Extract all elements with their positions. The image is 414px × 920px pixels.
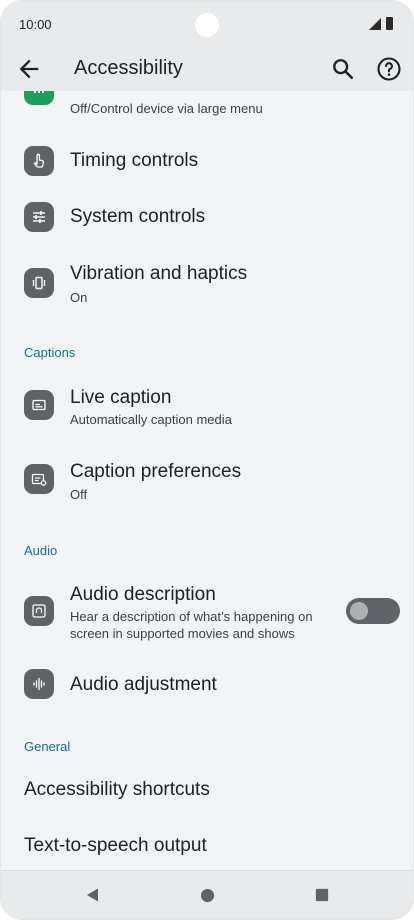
audio-adjustment-title: Audio adjustment <box>70 674 217 695</box>
accessibility-menu-subtitle: Off/Control device via large menu <box>70 101 263 116</box>
navigation-bar <box>1 870 413 919</box>
battery-icon <box>386 17 393 30</box>
timing-controls-item[interactable]: Timing controls <box>1 131 413 187</box>
search-icon[interactable] <box>329 55 357 83</box>
system-controls-title: System controls <box>70 206 206 227</box>
settings-list[interactable]: Off/Control device via large menu Timing… <box>1 91 413 871</box>
signal-icon <box>369 18 381 30</box>
back-nav-icon[interactable] <box>85 887 101 903</box>
live-caption-subtitle: Automatically caption media <box>70 412 232 427</box>
help-icon[interactable] <box>375 55 403 83</box>
audio-waveform-icon <box>24 669 54 699</box>
timing-controls-title: Timing controls <box>70 150 199 171</box>
vibration-haptics-title: Vibration and haptics <box>70 263 248 284</box>
vibration-haptics-subtitle: On <box>70 290 88 305</box>
text-to-speech-item[interactable]: Text-to-speech output <box>1 819 413 871</box>
text-to-speech-title: Text-to-speech output <box>24 835 207 856</box>
accessibility-shortcuts-title: Accessibility shortcuts <box>24 779 210 800</box>
section-header-audio: Audio <box>24 543 58 558</box>
live-caption-item[interactable]: Live caption Automatically caption media <box>1 367 413 441</box>
live-caption-icon <box>24 390 54 420</box>
status-time: 10:00 <box>19 17 52 32</box>
camera-cutout <box>195 13 219 37</box>
audio-description-subtitle-line1: Hear a description of what’s happening o… <box>70 609 313 624</box>
caption-preferences-item[interactable]: Caption preferences Off <box>1 441 413 515</box>
accessibility-shortcuts-item[interactable]: Accessibility shortcuts <box>1 763 413 819</box>
sliders-icon <box>24 202 54 232</box>
accessibility-menu-item[interactable]: Off/Control device via large menu <box>1 91 413 125</box>
recents-nav-icon[interactable] <box>315 888 329 902</box>
audio-description-title: Audio description <box>70 584 216 605</box>
caption-preferences-icon <box>24 464 54 494</box>
app-bar: Accessibility <box>1 47 413 91</box>
page-title: Accessibility <box>74 57 183 79</box>
caption-preferences-title: Caption preferences <box>70 461 242 482</box>
vibration-haptics-item[interactable]: Vibration and haptics On <box>1 243 413 315</box>
audio-description-icon <box>24 596 54 626</box>
audio-description-subtitle-line2: screen in supported movies and shows <box>70 626 295 641</box>
section-header-general: General <box>24 739 71 754</box>
vibration-icon <box>24 268 54 298</box>
live-caption-title: Live caption <box>70 387 172 408</box>
audio-description-toggle[interactable] <box>346 598 400 624</box>
system-controls-item[interactable]: System controls <box>1 187 413 243</box>
status-bar: 10:00 <box>1 1 413 47</box>
back-arrow-icon[interactable] <box>15 55 43 83</box>
touch-hand-icon <box>24 146 54 176</box>
toggle-knob <box>350 602 368 620</box>
phone-screen: 10:00 Accessibility Off/Control device v… <box>0 0 414 920</box>
section-header-captions: Captions <box>24 345 76 360</box>
accessibility-menu-icon <box>24 91 54 105</box>
home-nav-icon[interactable] <box>200 888 215 903</box>
audio-description-item[interactable]: Audio description Hear a description of … <box>1 567 413 659</box>
audio-adjustment-item[interactable]: Audio adjustment <box>1 659 413 715</box>
caption-preferences-subtitle: Off <box>70 487 88 502</box>
